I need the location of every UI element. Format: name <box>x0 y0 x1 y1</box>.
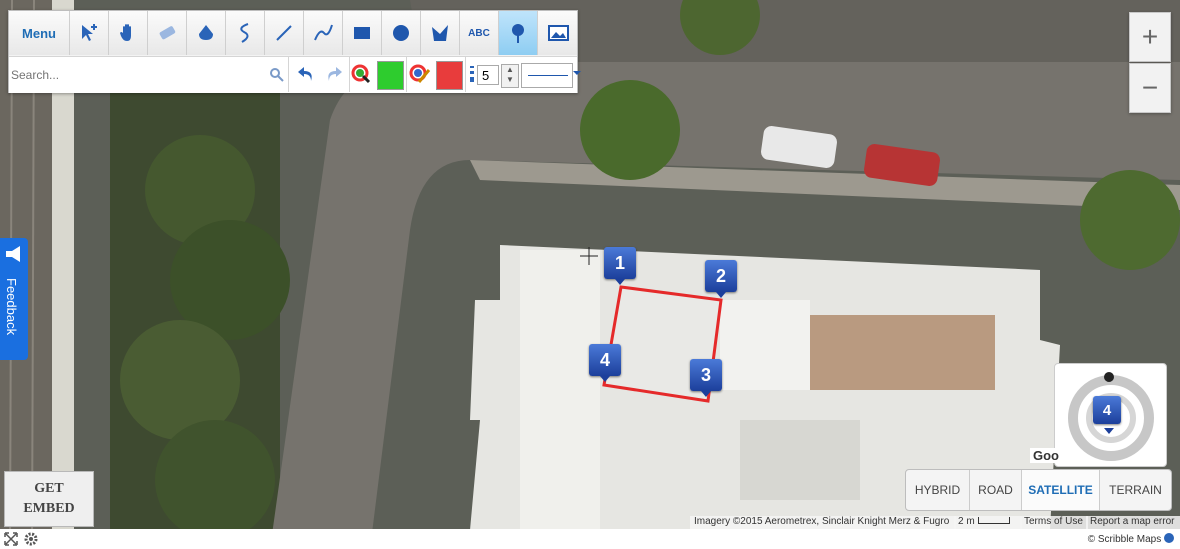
get-embed-label: GET EMBED <box>23 481 75 516</box>
search-input[interactable] <box>9 57 289 92</box>
drawing-toolbar: Menu ABC 5 ▲▼ <box>8 10 581 93</box>
credit[interactable]: © Scribble Maps <box>1088 533 1174 545</box>
google-logo: Goo <box>1030 448 1062 463</box>
marker-pin[interactable]: 1 <box>604 247 636 285</box>
plus-icon: + <box>1141 21 1159 52</box>
scale-label: 2 m <box>958 516 975 527</box>
line-width-stepper[interactable]: ▲ ▼ <box>501 64 519 88</box>
menu-button[interactable]: Menu <box>9 11 70 55</box>
fill-color-swatch[interactable] <box>377 61 404 90</box>
marker-counter[interactable]: 4 <box>1054 363 1167 467</box>
stepper-down-icon[interactable]: ▼ <box>506 75 514 84</box>
feedback-label: Feedback <box>4 278 19 336</box>
map-type-road[interactable]: ROAD <box>970 470 1022 510</box>
fullscreen-icon[interactable] <box>4 532 18 546</box>
bottom-bar <box>0 529 1180 549</box>
stepper-up-icon[interactable]: ▲ <box>506 65 514 74</box>
feedback-tab[interactable]: Feedback <box>0 238 28 360</box>
line-tool-button[interactable] <box>265 11 304 55</box>
marker-pin[interactable]: 2 <box>705 260 737 298</box>
polygon-icon <box>432 25 448 41</box>
eraser-icon <box>159 26 176 40</box>
line-width-value[interactable]: 5 <box>477 65 499 85</box>
imagery-attribution: Imagery ©2015 Aerometrex, Sinclair Knigh… <box>690 516 956 530</box>
minus-icon: − <box>1141 72 1159 103</box>
eraser-tool-button[interactable] <box>148 11 187 55</box>
line-width-icon <box>470 66 474 82</box>
report-text: Report a map error <box>1090 516 1175 527</box>
attribution-text: Imagery ©2015 Aerometrex, Sinclair Knigh… <box>694 516 950 527</box>
polygon-tool-button[interactable] <box>421 11 460 55</box>
search-icon[interactable] <box>269 67 285 83</box>
fill-tool-button[interactable] <box>187 11 226 55</box>
undo-icon[interactable] <box>295 63 317 85</box>
circle-tool-button[interactable] <box>382 11 421 55</box>
image-icon <box>547 25 569 41</box>
map-type-terrain[interactable]: TERRAIN <box>1100 470 1171 510</box>
paint-bucket-icon <box>199 25 213 40</box>
bottom-center-handle[interactable] <box>607 532 757 546</box>
rectangle-icon <box>354 27 370 39</box>
freehand-tool-button[interactable] <box>226 11 265 55</box>
move-arrows-icon <box>82 24 97 41</box>
circle-icon <box>393 25 409 41</box>
scribble-maps-logo-icon <box>1164 533 1174 543</box>
marker-count-badge: 4 <box>1093 396 1121 434</box>
rectangle-tool-button[interactable] <box>343 11 382 55</box>
move-tool-button[interactable] <box>70 11 109 55</box>
scale-bar: 2 m <box>954 516 1022 530</box>
chevron-down-icon[interactable] <box>573 69 581 77</box>
gear-icon[interactable] <box>24 532 38 546</box>
pan-tool-button[interactable] <box>109 11 148 55</box>
terms-link[interactable]: Terms of Use <box>1020 516 1088 530</box>
map-type-satellite[interactable]: SATELLITE <box>1022 470 1100 510</box>
marker-pin[interactable]: 4 <box>589 344 621 382</box>
line-color-wheel-icon[interactable] <box>409 64 431 86</box>
zoom-in-button[interactable]: + <box>1129 12 1171 62</box>
report-error-link[interactable]: Report a map error <box>1086 516 1180 530</box>
hand-icon <box>120 24 131 41</box>
abc-icon: ABC <box>468 27 490 39</box>
redo-icon[interactable] <box>323 63 345 85</box>
route-icon <box>314 24 333 41</box>
map-type-switcher: HYBRID ROAD SATELLITE TERRAIN <box>905 469 1172 511</box>
route-tool-button[interactable] <box>304 11 343 55</box>
marker-pin[interactable]: 3 <box>690 359 722 397</box>
text-tool-button[interactable]: ABC <box>460 11 499 55</box>
terms-text: Terms of Use <box>1024 516 1083 527</box>
image-tool-button[interactable] <box>538 11 577 55</box>
megaphone-icon <box>6 246 20 262</box>
get-embed-button[interactable]: GET EMBED <box>4 471 94 527</box>
fill-color-wheel-icon[interactable] <box>351 64 373 86</box>
map-type-hybrid[interactable]: HYBRID <box>906 470 970 510</box>
zoom-out-button[interactable]: − <box>1129 63 1171 113</box>
marker-tool-button[interactable] <box>499 11 538 55</box>
line-style-select[interactable] <box>521 63 573 88</box>
curve-icon <box>240 23 249 43</box>
line-color-swatch[interactable] <box>436 61 463 90</box>
pin-icon <box>512 24 524 43</box>
line-icon <box>276 25 292 41</box>
credit-text: © Scribble Maps <box>1087 534 1162 545</box>
